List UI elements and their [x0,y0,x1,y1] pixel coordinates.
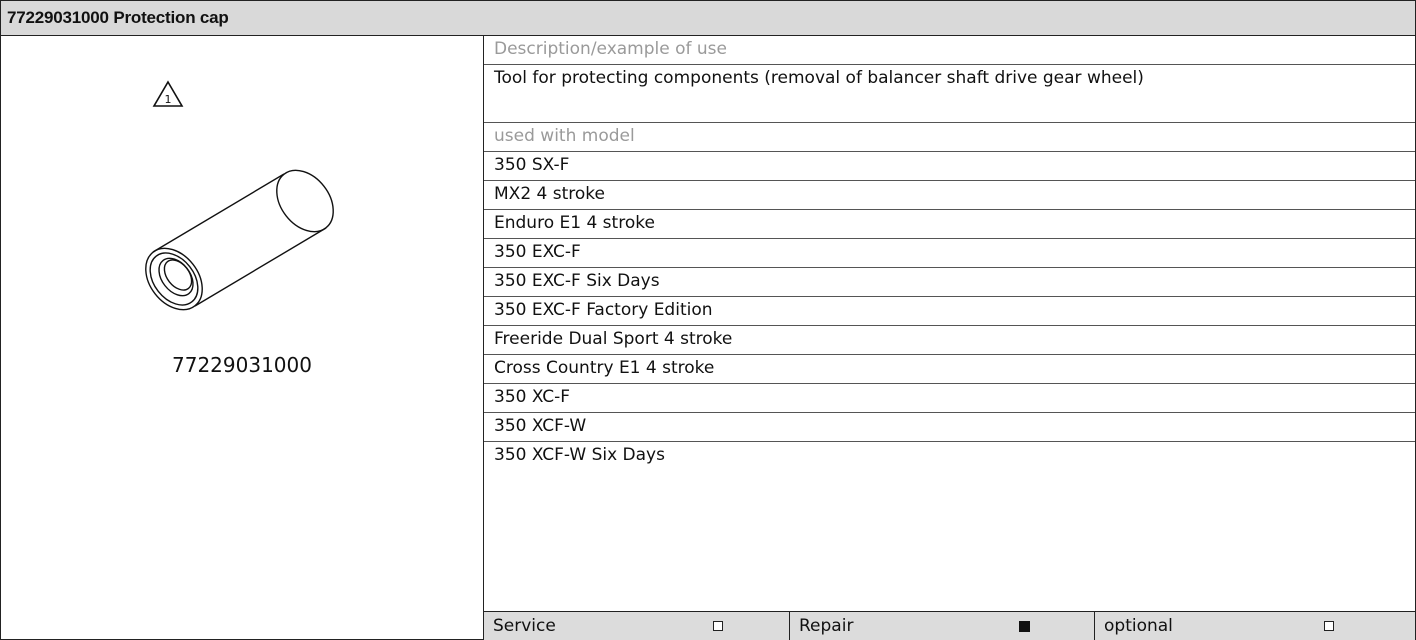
list-item: 350 XCF-W [484,413,1415,442]
service-label: Service [493,616,556,636]
model-name: MX2 4 stroke [494,184,605,204]
service-cell: Service [484,612,789,640]
list-item: 350 EXC-F Six Days [484,268,1415,297]
optional-label: optional [1104,616,1173,636]
model-name: 350 EXC-F [494,242,581,262]
optional-cell: optional [1094,612,1416,640]
model-name: 350 EXC-F Six Days [494,271,660,291]
model-name: 350 XCF-W Six Days [494,445,665,465]
model-name: Enduro E1 4 stroke [494,213,655,233]
tool-sheet: 77229031000 Protection cap 1 77229031000… [0,0,1416,640]
model-name: 350 SX-F [494,155,570,175]
repair-label: Repair [799,616,854,636]
model-name: 350 XC-F [494,387,571,407]
model-name: 350 EXC-F Factory Edition [494,300,713,320]
part-number: 77229031000 [172,353,312,377]
list-item: 350 EXC-F [484,239,1415,268]
usage-footer: Service Repair optional [484,611,1415,640]
description-text: Tool for protecting components (removal … [494,68,1144,88]
list-item: Enduro E1 4 stroke [484,210,1415,239]
service-checkbox[interactable] [713,621,723,631]
list-item: 350 SX-F [484,152,1415,181]
models-label: used with model [494,126,635,146]
list-item: 350 XC-F [484,384,1415,413]
description-label-row: Description/example of use [484,36,1415,65]
models-label-row: used with model [484,123,1415,152]
model-name: Cross Country E1 4 stroke [494,358,715,378]
page-title: 77229031000 Protection cap [7,8,229,27]
list-item: MX2 4 stroke [484,181,1415,210]
model-name: 350 XCF-W [494,416,587,436]
model-name: Freeride Dual Sport 4 stroke [494,329,733,349]
warning-triangle-icon: 1 [152,80,184,107]
description-label: Description/example of use [494,39,728,59]
list-item: Freeride Dual Sport 4 stroke [484,326,1415,355]
list-item: Cross Country E1 4 stroke [484,355,1415,384]
list-item: 350 XCF-W Six Days [484,442,1415,470]
repair-cell: Repair [789,612,1095,640]
list-item: 350 EXC-F Factory Edition [484,297,1415,326]
info-panel: Description/example of use Tool for prot… [484,36,1415,640]
protection-cap-illustration-icon [145,169,334,311]
description-text-row: Tool for protecting components (removal … [484,65,1415,123]
title-bar: 77229031000 Protection cap [1,1,1415,36]
warning-number: 1 [165,93,172,106]
figure-panel: 1 77229031000 [1,36,484,639]
repair-checkbox[interactable] [1019,621,1030,632]
optional-checkbox[interactable] [1324,621,1334,631]
